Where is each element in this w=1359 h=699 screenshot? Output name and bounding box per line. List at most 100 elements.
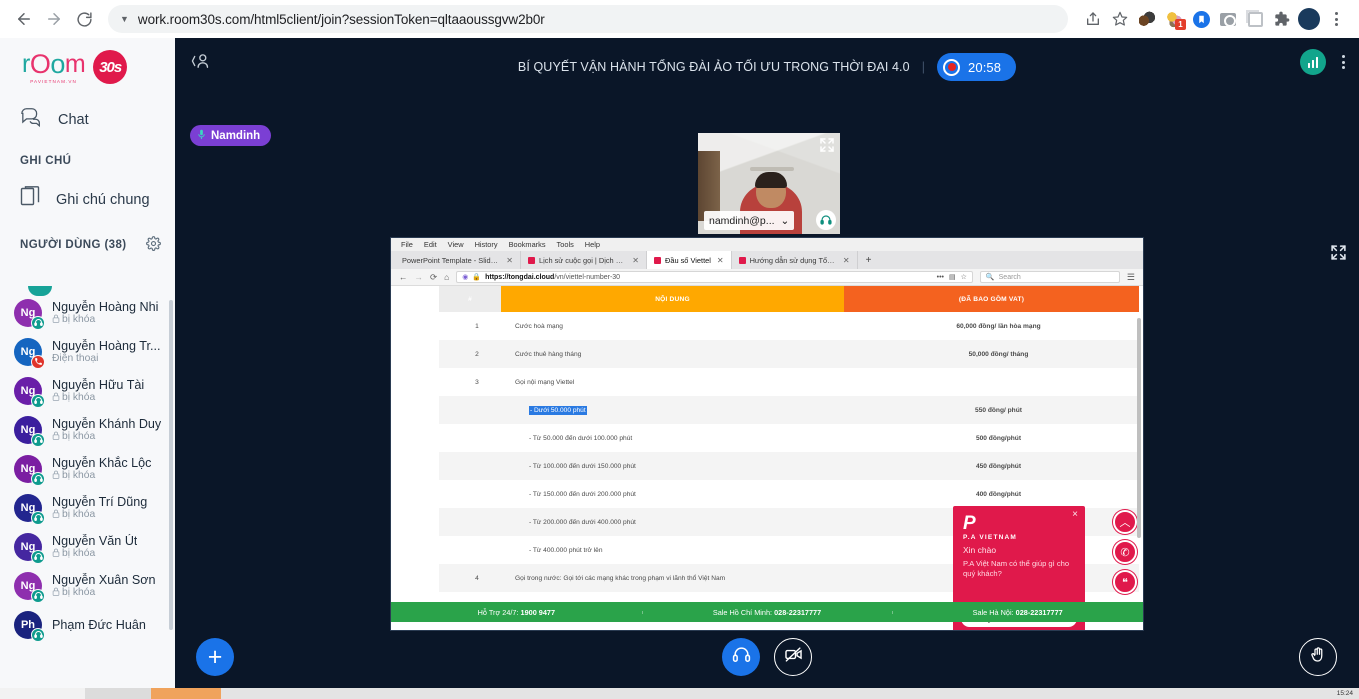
row-content: - Dưới 50.000 phút (501, 396, 844, 424)
close-x-icon[interactable]: × (1072, 509, 1078, 520)
menu-item[interactable]: Help (585, 240, 600, 249)
hamburger-menu-icon[interactable]: ☰ (1127, 272, 1135, 283)
page-footer-bar: Hỗ Trợ 24/7: 1900 9477 Sale Hồ Chí Minh: … (391, 602, 1143, 622)
fullscreen-expand-icon[interactable] (1330, 244, 1347, 265)
user-status: bị khóa (52, 314, 158, 326)
user-list[interactable]: Ng Nguyễn Hoàng Nhi bị khóa Ng Nguyễn Hoàng … (0, 293, 175, 688)
new-tab-button[interactable]: + (858, 251, 880, 269)
list-item[interactable]: Ng Nguyễn Hoàng Tr... Điện thoại (0, 332, 175, 371)
row-number: 3 (475, 378, 479, 386)
shared-address-bar[interactable]: ◉ 🔒 https://tongdai.cloud/vn/viettel-num… (456, 271, 973, 283)
menu-item[interactable]: Bookmarks (509, 240, 546, 249)
expand-video-icon[interactable] (819, 137, 835, 157)
table-row: 1 Cước hoà mạng 60,000 đồng/ lần hòa mạng (439, 312, 1139, 340)
close-tab-icon[interactable]: ✕ (717, 256, 724, 265)
kebab-menu-icon[interactable] (1342, 55, 1345, 69)
webcam-thumbnail[interactable]: namdinh@p... ⌄ (698, 133, 840, 234)
video-toggle-button[interactable] (774, 638, 812, 676)
address-bar[interactable]: ▼ work.room30s.com/html5client/join?sess… (108, 5, 1068, 33)
reload-icon[interactable]: ⟳ (430, 272, 437, 283)
recording-timer: 20:58 (968, 59, 1002, 75)
user-status: bị khóa (52, 431, 161, 443)
home-icon[interactable]: ⌂ (444, 272, 449, 282)
browser-tab[interactable]: Lịch sử cuộc gọi | Dịch vụ t ✕ (521, 251, 647, 269)
avatar: Ng (14, 415, 45, 447)
forward-arrow-icon[interactable] (40, 5, 68, 33)
back-arrow-icon[interactable] (10, 5, 38, 33)
user-info: Nguyễn Khánh Duy bị khóa (52, 417, 161, 443)
audio-toggle-button[interactable] (722, 638, 760, 676)
shared-search-box[interactable]: 🔍 Search (979, 271, 1120, 283)
reload-icon[interactable] (70, 5, 98, 33)
taskbar-active-window[interactable] (151, 688, 221, 699)
webcam-person-hair (755, 172, 787, 188)
star-icon[interactable] (1107, 6, 1133, 32)
ellipsis-icon[interactable]: ••• (937, 274, 944, 281)
close-tab-icon[interactable]: ✕ (843, 256, 850, 265)
hotline-phone-icon[interactable]: ✆ (1113, 540, 1137, 564)
taskbar-clock: 15:24 (1336, 690, 1353, 697)
signal-bars-icon[interactable] (1300, 49, 1326, 75)
shared-browser-menubar: File Edit View History Bookmarks Tools Help (391, 238, 1143, 251)
screen-share-viewport[interactable]: File Edit View History Bookmarks Tools Help Po… (391, 238, 1143, 630)
extension-icon-bookmark[interactable] (1188, 6, 1214, 32)
extensions-puzzle-icon[interactable] (1269, 6, 1295, 32)
list-item[interactable]: Ng Nguyễn Văn Út bị khóa (0, 527, 175, 566)
list-item[interactable]: Ng Nguyễn Hoàng Nhi bị khóa (0, 293, 175, 332)
close-tab-icon[interactable]: ✕ (506, 256, 513, 265)
tab-favicon-icon (528, 256, 535, 264)
scroll-to-top-icon[interactable]: ︿ (1113, 510, 1137, 534)
extension-icon-badge[interactable]: 1 (1161, 6, 1187, 32)
user-name: Phạm Đức Huân (52, 617, 146, 632)
webcam-name-dropdown[interactable]: namdinh@p... ⌄ (704, 211, 795, 230)
browser-tab[interactable]: PowerPoint Template - Slide thuy ✕ (395, 251, 521, 269)
logo-letter-r: r (22, 49, 30, 78)
list-item[interactable]: Ng Nguyễn Hữu Tài bị khóa (0, 371, 175, 410)
presenter-badge-name: Namdinh (211, 129, 261, 142)
back-arrow-icon[interactable]: ← (399, 272, 408, 282)
tab-title: Lịch sử cuộc gọi | Dịch vụ t (539, 255, 627, 265)
menu-item[interactable]: Tools (557, 240, 574, 249)
menu-item[interactable]: Edit (424, 240, 437, 249)
meeting-title-row: BÍ QUYẾT VẬN HÀNH TỔNG ĐÀI ẢO TỐI ƯU TRO… (175, 53, 1359, 81)
extension-icon-copy[interactable] (1242, 6, 1268, 32)
user-status: bị khóa (52, 548, 137, 560)
user-info: Nguyễn Hữu Tài bị khóa (52, 378, 144, 404)
forward-arrow-icon[interactable]: → (415, 272, 424, 282)
raise-hand-button[interactable] (1299, 638, 1337, 676)
extension-icon-coffee[interactable] (1134, 6, 1160, 32)
user-list-scrollbar[interactable] (169, 300, 173, 630)
menu-item[interactable]: File (401, 240, 413, 249)
menu-item[interactable]: View (448, 240, 464, 249)
list-item[interactable]: Ng Nguyễn Khắc Lộc bị khóa (0, 449, 175, 488)
lock-icon (52, 587, 60, 599)
recording-status-pill[interactable]: 20:58 (937, 53, 1017, 81)
chat-greeting: Xin chào (963, 545, 997, 555)
star-icon[interactable]: ☆ (961, 273, 967, 281)
avatar[interactable] (1296, 6, 1322, 32)
avatar: Ng (14, 454, 45, 486)
list-item[interactable]: Ph Phạm Đức Huân (0, 605, 175, 644)
browser-tab[interactable]: Đầu số Viettel ✕ (647, 251, 732, 269)
sidebar-item-shared-notes[interactable]: Ghi chú chung (0, 175, 175, 224)
menu-item[interactable]: History (475, 240, 498, 249)
close-tab-icon[interactable]: ✕ (632, 256, 639, 265)
taskbar-segment (0, 688, 85, 699)
gear-icon[interactable] (146, 236, 161, 254)
user-info: Nguyễn Khắc Lộc bị khóa (52, 456, 151, 482)
row-number (439, 508, 501, 536)
reader-view-icon[interactable]: ▤ (949, 273, 956, 281)
list-item[interactable]: Ng Nguyễn Xuân Sơn bị khóa (0, 566, 175, 605)
row-number (439, 452, 501, 480)
sidebar-item-chat[interactable]: Chat (0, 96, 175, 143)
extension-icon-screenshot[interactable] (1215, 6, 1241, 32)
logo-letter-o2: o (50, 48, 65, 79)
list-item[interactable]: Ng Nguyễn Trí Dũng bị khóa (0, 488, 175, 527)
page-scrollbar[interactable] (1137, 318, 1141, 538)
chat-bubble-icon[interactable]: ❝ (1113, 570, 1137, 594)
kebab-menu-icon[interactable] (1323, 6, 1349, 32)
list-item[interactable]: Ng Nguyễn Khánh Duy bị khóa (0, 410, 175, 449)
browser-tab[interactable]: Hướng dẫn sử dụng Tổng đ ✕ (732, 251, 858, 269)
share-icon[interactable] (1080, 6, 1106, 32)
footer-label: Hỗ Trợ 24/7: (477, 607, 521, 617)
